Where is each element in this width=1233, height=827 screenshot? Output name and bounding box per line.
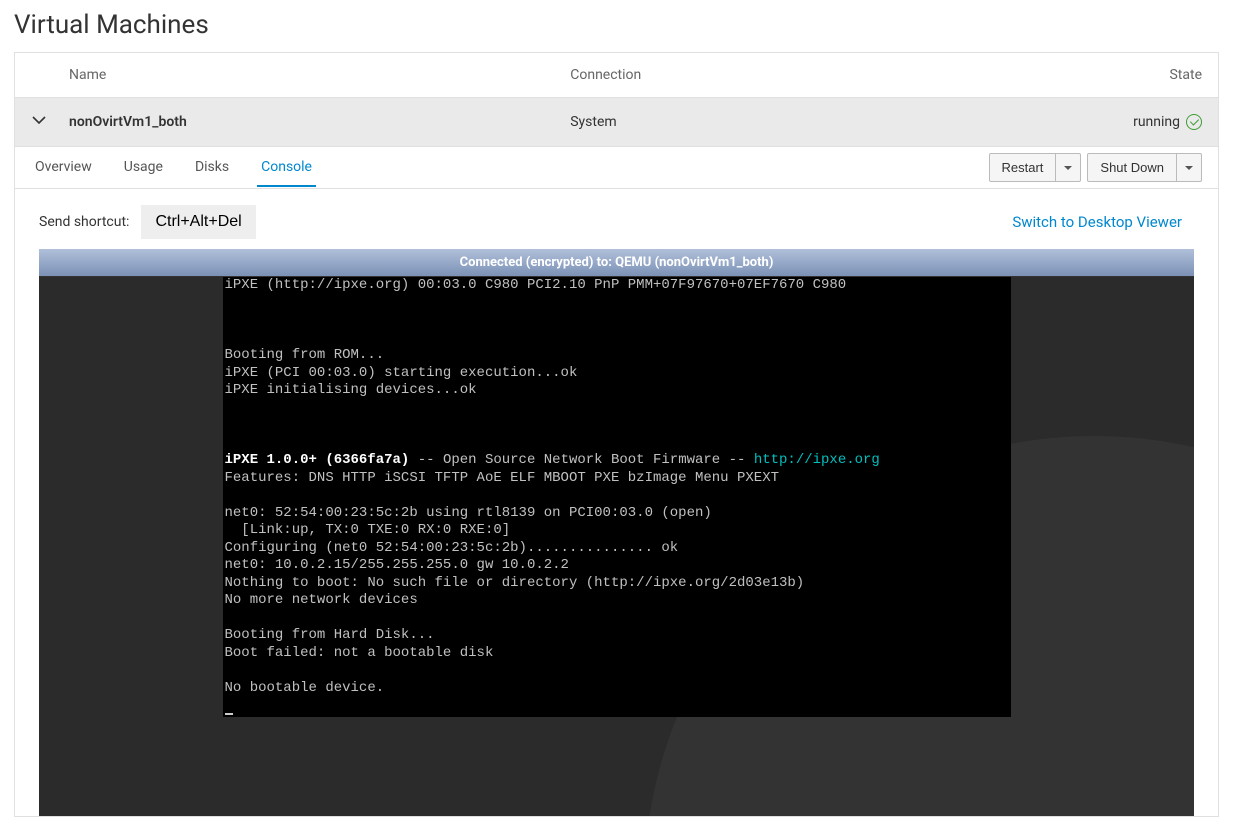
page-title: Virtual Machines [14, 10, 1219, 40]
restart-button[interactable]: Restart [989, 153, 1057, 182]
vnc-status-bar: Connected (encrypted) to: QEMU (nonOvirt… [39, 249, 1194, 276]
ctrl-alt-del-button[interactable]: Ctrl+Alt+Del [141, 205, 255, 239]
term-line: Configuring (net0 52:54:00:23:5c:2b)....… [225, 540, 679, 556]
shutdown-button[interactable]: Shut Down [1087, 153, 1177, 182]
vm-table-header: Name Connection State [15, 53, 1218, 97]
term-line: iPXE (http://ipxe.org) 00:03.0 C980 PCI2… [225, 277, 847, 293]
term-line: No bootable device. [225, 680, 385, 696]
tab-overview[interactable]: Overview [31, 149, 96, 186]
console-area: Send shortcut: Ctrl+Alt+Del Switch to De… [15, 189, 1218, 816]
term-line-bold: iPXE 1.0.0+ (6366fa7a) [225, 452, 410, 468]
term-line: -- Open Source Network Boot Firmware -- [409, 452, 753, 468]
term-line: iPXE (PCI 00:03.0) starting execution...… [225, 365, 578, 381]
term-line: [Link:up, TX:0 TXE:0 RX:0 RXE:0] [225, 522, 511, 538]
term-line: Booting from Hard Disk... [225, 627, 435, 643]
vm-row[interactable]: nonOvirtVm1_both System running [15, 97, 1218, 147]
term-line-url: http://ipxe.org [754, 452, 880, 468]
header-name: Name [55, 67, 570, 83]
send-shortcut-label: Send shortcut: [39, 214, 129, 230]
tab-usage[interactable]: Usage [120, 149, 167, 186]
shutdown-button-group: Shut Down [1087, 153, 1202, 182]
console-toolbar: Send shortcut: Ctrl+Alt+Del Switch to De… [39, 205, 1194, 239]
vm-name: nonOvirtVm1_both [55, 114, 570, 130]
term-line: net0: 10.0.2.15/255.255.255.0 gw 10.0.2.… [225, 557, 569, 573]
terminal-cursor [225, 713, 233, 715]
vm-panel: Name Connection State nonOvirtVm1_both S… [14, 52, 1219, 817]
term-line: Boot failed: not a bootable disk [225, 645, 494, 661]
restart-button-group: Restart [989, 153, 1082, 182]
header-connection: Connection [570, 67, 1038, 83]
term-line: Nothing to boot: No such file or directo… [225, 575, 805, 591]
term-line: Booting from ROM... [225, 347, 385, 363]
vnc-console[interactable]: Connected (encrypted) to: QEMU (nonOvirt… [39, 249, 1194, 816]
term-line: net0: 52:54:00:23:5c:2b using rtl8139 on… [225, 505, 712, 521]
shutdown-dropdown-button[interactable] [1177, 153, 1202, 182]
caret-down-icon [1185, 166, 1193, 170]
switch-viewer-link[interactable]: Switch to Desktop Viewer [1012, 213, 1182, 231]
caret-down-icon [1064, 166, 1072, 170]
vm-connection: System [570, 114, 1038, 130]
term-line: No more network devices [225, 592, 418, 608]
tabs-bar: Overview Usage Disks Console Restart Shu… [15, 147, 1218, 189]
tab-console[interactable]: Console [257, 149, 316, 187]
header-state: State [1039, 67, 1202, 83]
vm-state-label: running [1133, 114, 1180, 130]
chevron-down-icon[interactable] [31, 112, 47, 128]
term-line: iPXE initialising devices...ok [225, 382, 477, 398]
tab-disks[interactable]: Disks [191, 149, 233, 186]
terminal-output: iPXE (http://ipxe.org) 00:03.0 C980 PCI2… [223, 277, 1011, 717]
status-running-icon [1186, 114, 1202, 130]
term-line: Features: DNS HTTP iSCSI TFTP AoE ELF MB… [225, 470, 780, 486]
restart-dropdown-button[interactable] [1056, 153, 1081, 182]
